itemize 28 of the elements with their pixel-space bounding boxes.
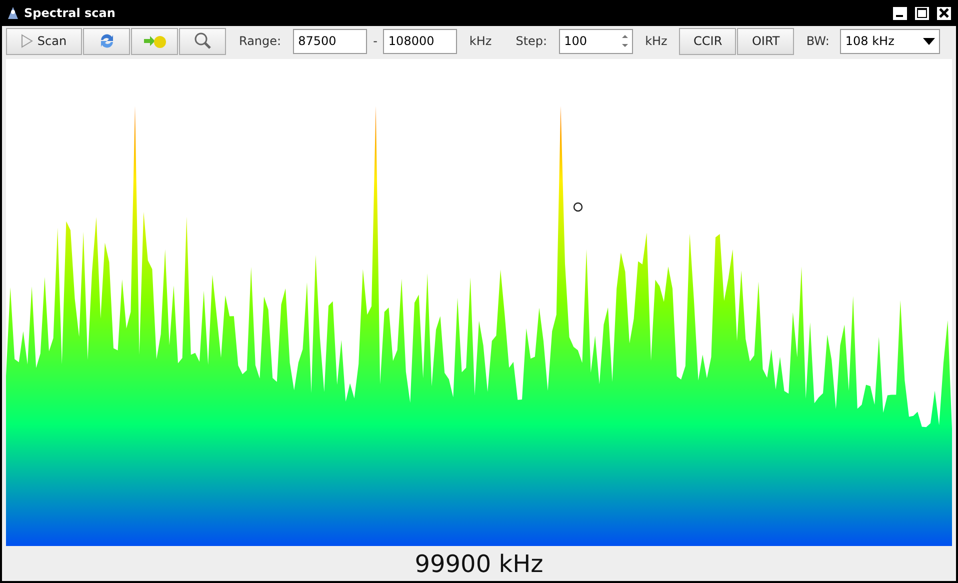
app-icon	[6, 6, 20, 20]
refresh-button[interactable]	[83, 28, 130, 54]
close-button[interactable]	[936, 6, 952, 20]
range-from-field[interactable]: 87500	[293, 28, 368, 54]
unit-label: kHz	[645, 34, 668, 48]
bandwidth-dropdown[interactable]: 108 kHz	[840, 28, 940, 54]
window-title: Spectral scan	[24, 6, 116, 20]
range-to-field[interactable]: 108000	[383, 28, 458, 54]
step-field[interactable]: 100	[559, 28, 634, 54]
range-label: Range:	[239, 34, 282, 48]
step-label: Step:	[516, 34, 548, 48]
zoom-button[interactable]	[179, 28, 226, 54]
minimize-button[interactable]	[892, 6, 908, 20]
maximize-icon	[917, 8, 927, 18]
bandwidth-label: BW:	[806, 34, 830, 48]
close-icon	[939, 8, 949, 18]
cursor-marker-icon	[573, 202, 583, 212]
unit-label: kHz	[469, 34, 492, 48]
range-separator: -	[373, 34, 378, 48]
preset-button[interactable]: CCIR	[679, 28, 736, 54]
frequency-readout: 99900 kHz	[414, 550, 544, 578]
arrow-bulb-icon	[142, 33, 166, 49]
dropdown-arrow-icon	[923, 37, 936, 45]
zoom-icon	[194, 32, 212, 50]
maximize-button[interactable]	[914, 6, 930, 20]
play-icon	[21, 34, 34, 48]
preset-button[interactable]: OIRT	[737, 28, 794, 54]
scan-button[interactable]: Scan	[6, 28, 82, 54]
